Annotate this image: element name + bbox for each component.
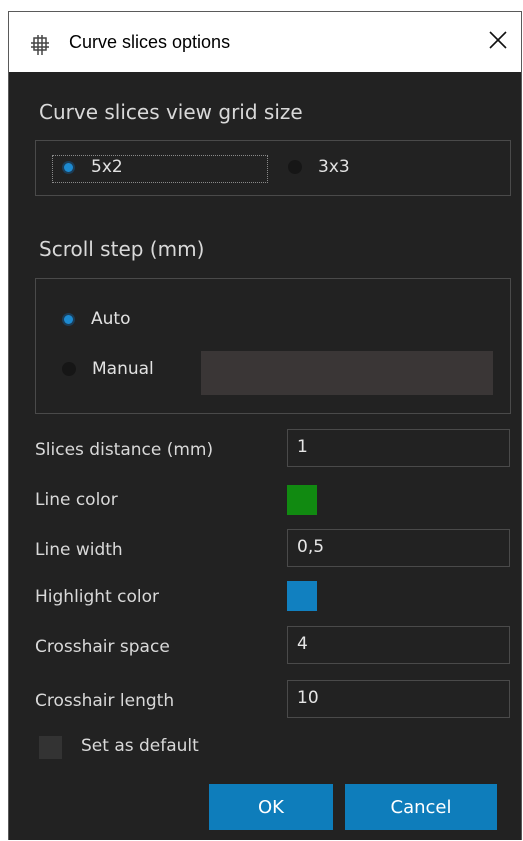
crosshair-length-label: Crosshair length <box>35 691 175 711</box>
radio-unselected-indicator <box>288 160 302 174</box>
radio-selected-indicator <box>64 162 73 172</box>
set-default-checkbox[interactable] <box>39 736 62 759</box>
radio-unselected-indicator <box>62 362 76 376</box>
highlight-color-swatch[interactable] <box>287 581 317 611</box>
crosshair-space-label: Crosshair space <box>35 637 170 657</box>
manual-step-input[interactable] <box>201 351 493 395</box>
radio-label: 5x2 <box>91 157 123 177</box>
curve-slices-app-icon <box>29 34 51 56</box>
line-width-label: Line width <box>35 540 123 560</box>
crosshair-space-input[interactable]: 4 <box>287 626 510 664</box>
title-bar: Curve slices options <box>9 12 521 72</box>
slices-distance-input[interactable]: 1 <box>287 429 510 467</box>
highlight-color-label: Highlight color <box>35 587 160 607</box>
line-color-swatch[interactable] <box>287 485 317 515</box>
grid-size-group: 5x2 3x3 <box>35 140 511 196</box>
radio-scroll-auto[interactable]: Auto <box>64 309 130 329</box>
close-icon <box>489 31 507 53</box>
window-title: Curve slices options <box>69 32 231 52</box>
radio-scroll-manual[interactable]: Manual <box>62 359 154 379</box>
radio-grid-5x2[interactable]: 5x2 <box>64 157 123 177</box>
line-color-label: Line color <box>35 490 118 510</box>
radio-label: Auto <box>91 309 131 329</box>
cancel-button[interactable]: Cancel <box>345 784 497 830</box>
slices-distance-label: Slices distance (mm) <box>35 440 214 460</box>
line-width-input[interactable]: 0,5 <box>287 529 510 567</box>
scroll-step-group: Auto Manual <box>35 278 511 414</box>
grid-size-title: Curve slices view grid size <box>39 100 303 124</box>
set-default-label: Set as default <box>81 736 199 756</box>
radio-selected-indicator <box>64 314 73 324</box>
radio-label: Manual <box>92 359 154 379</box>
crosshair-length-input[interactable]: 10 <box>287 680 510 718</box>
dialog-window: Curve slices options Curve slices view g… <box>8 11 522 840</box>
scroll-step-title: Scroll step (mm) <box>39 237 205 261</box>
radio-grid-3x3[interactable]: 3x3 <box>288 157 350 177</box>
dialog-content: Curve slices view grid size 5x2 3x3 Scro… <box>9 72 521 840</box>
ok-button[interactable]: OK <box>209 784 333 830</box>
radio-label: 3x3 <box>318 157 350 177</box>
close-button[interactable] <box>475 12 521 72</box>
